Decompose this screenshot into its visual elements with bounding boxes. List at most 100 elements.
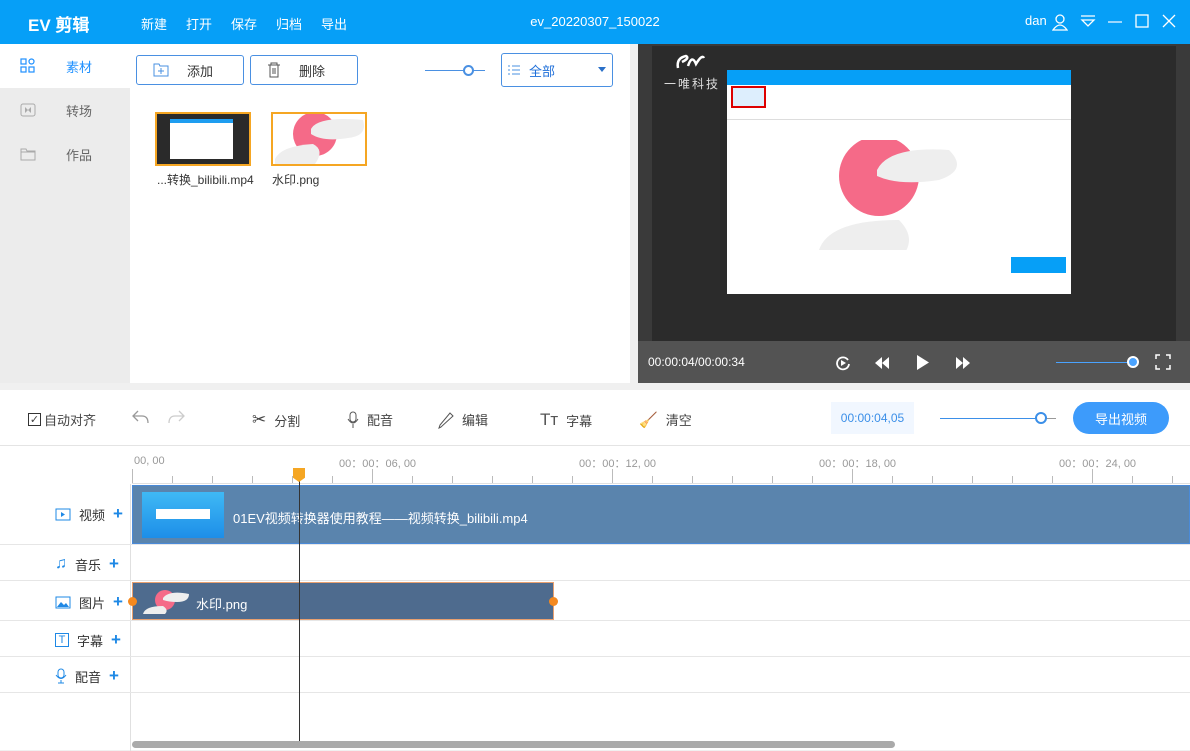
grid-icon xyxy=(20,58,35,73)
filter-value: 全部 xyxy=(529,63,556,79)
ruler-tick xyxy=(1092,469,1093,483)
ruler-tick xyxy=(1052,476,1053,483)
delete-label: 删除 xyxy=(299,63,326,79)
edit-label: 编辑 xyxy=(462,413,489,428)
menu-open[interactable]: 打开 xyxy=(186,14,212,33)
track-dub: 配音 + xyxy=(0,657,1190,693)
zoom-slider-handle[interactable] xyxy=(1035,412,1047,424)
add-video-icon[interactable]: + xyxy=(113,504,123,524)
media-thumb-video[interactable] xyxy=(155,112,251,166)
menu-save[interactable]: 保存 xyxy=(231,14,257,33)
ruler-tick xyxy=(692,476,693,483)
video-clip[interactable]: 01EV视频转换器使用教程——视频转换_bilibili.mp4 xyxy=(132,485,1190,544)
ruler-tick xyxy=(652,476,653,483)
ruler-tick xyxy=(532,476,533,483)
microphone-icon xyxy=(55,668,67,684)
auto-align-checkbox[interactable]: ✓ 自动对齐 xyxy=(28,410,96,429)
menu-archive[interactable]: 归档 xyxy=(276,14,302,33)
image-icon xyxy=(55,596,71,608)
dub-button[interactable]: 配音 xyxy=(347,410,393,429)
preview-panel: 一唯科技 00:00:04/00:00:34 xyxy=(638,44,1190,383)
add-dub-icon[interactable]: + xyxy=(109,666,119,686)
add-music-icon[interactable]: + xyxy=(109,554,119,574)
add-subtitle-icon[interactable]: + xyxy=(111,630,121,650)
replay-icon[interactable] xyxy=(835,355,851,371)
subtitle-button[interactable]: Tт 字幕 xyxy=(540,410,592,430)
timeline-zoom-slider[interactable] xyxy=(940,418,1036,419)
close-icon[interactable] xyxy=(1162,14,1176,28)
split-button[interactable]: ✂ 分割 xyxy=(252,410,300,430)
ruler-label: 00：00：06, 00 xyxy=(339,458,417,470)
undo-icon[interactable] xyxy=(132,409,150,425)
dropdown-menu-icon[interactable] xyxy=(1080,14,1096,28)
redo-icon[interactable] xyxy=(167,409,185,425)
user-icon[interactable] xyxy=(1052,13,1068,31)
track-label: 字幕 xyxy=(77,633,104,649)
track-music: ♫ 音乐 + xyxy=(0,545,1190,581)
menu-export[interactable]: 导出 xyxy=(321,14,347,33)
media-panel: 添加 删除 全部 ...转换_bilibili.mp4 水印.png xyxy=(130,44,630,383)
track-label: 配音 xyxy=(75,669,102,685)
clip-end-handle[interactable] xyxy=(549,597,558,606)
fast-forward-icon[interactable] xyxy=(955,356,971,370)
filter-select[interactable]: 全部 xyxy=(501,53,613,87)
ruler-tick xyxy=(932,476,933,483)
ruler-tick xyxy=(1012,476,1013,483)
ruler-tick xyxy=(732,476,733,483)
timecode-display[interactable]: 00:00:04,05 xyxy=(831,402,914,434)
add-button[interactable]: 添加 xyxy=(136,55,244,85)
track-subtitle: T 字幕 + xyxy=(0,621,1190,657)
username[interactable]: dan xyxy=(1025,13,1047,28)
rewind-icon[interactable] xyxy=(874,356,890,370)
sidebar-item-works[interactable]: 作品 xyxy=(0,132,130,176)
video-clip-name: 01EV视频转换器使用教程——视频转换_bilibili.mp4 xyxy=(233,511,528,526)
fullscreen-icon[interactable] xyxy=(1155,354,1171,370)
list-icon xyxy=(508,65,520,75)
time-ruler[interactable]: 00, 00 00：00：06, 00 00：00：12, 00 00：00：18, … xyxy=(132,446,1190,484)
sidebar-item-material[interactable]: 素材 xyxy=(0,44,130,88)
thumb-size-slider[interactable] xyxy=(425,70,485,71)
sidebar-item-label: 素材 xyxy=(66,59,93,75)
ruler-tick xyxy=(252,476,253,483)
video-clip-thumbnail xyxy=(142,492,224,538)
clear-button[interactable]: 🧹 清空 xyxy=(639,410,692,429)
volume-handle[interactable] xyxy=(1127,356,1139,368)
ruler-tick xyxy=(332,476,333,483)
ruler-tick xyxy=(772,476,773,483)
horizontal-scrollbar[interactable] xyxy=(132,741,895,748)
timeline: 00, 00 00：00：06, 00 00：00：12, 00 00：00：18, … xyxy=(0,445,1190,751)
track-label: 音乐 xyxy=(75,557,102,573)
subtitle-label: 字幕 xyxy=(566,413,593,429)
ruler-tick xyxy=(212,476,213,483)
clip-start-handle[interactable] xyxy=(128,597,137,606)
ruler-tick xyxy=(172,476,173,483)
player-controls: 00:00:04/00:00:34 xyxy=(638,341,1190,383)
menu-new[interactable]: 新建 xyxy=(141,14,167,33)
track-video: 视频 + 01EV视频转换器使用教程——视频转换_bilibili.mp4 xyxy=(0,484,1190,545)
ruler-tick xyxy=(892,476,893,483)
sidebar-item-transition[interactable]: 转场 xyxy=(0,88,130,132)
track-label: 图片 xyxy=(79,595,106,611)
add-image-icon[interactable]: + xyxy=(113,592,123,612)
clear-label: 清空 xyxy=(665,413,692,428)
delete-button[interactable]: 删除 xyxy=(250,55,358,85)
image-clip[interactable]: 水印.png xyxy=(128,582,558,620)
ruler-tick xyxy=(612,469,613,483)
text-box-icon: T xyxy=(55,633,69,647)
slider-handle[interactable] xyxy=(463,65,474,76)
media-name: ...转换_bilibili.mp4 xyxy=(157,173,254,187)
sidebar-item-label: 作品 xyxy=(66,147,93,163)
play-icon[interactable] xyxy=(916,354,930,371)
image-clip-name: 水印.png xyxy=(196,597,248,612)
volume-slider[interactable] xyxy=(1056,362,1132,363)
edit-toolbar: ✓ 自动对齐 ✂ 分割 配音 编辑 Tт 字幕 🧹 清空 00:00:04,05 导出… xyxy=(0,390,1190,445)
edit-button[interactable]: 编辑 xyxy=(438,410,488,429)
minimize-icon[interactable] xyxy=(1108,14,1122,28)
media-thumb-image[interactable] xyxy=(271,112,367,166)
ruler-label: 00：00：24, 00 xyxy=(1059,458,1137,470)
checkbox-checked-icon: ✓ xyxy=(28,413,41,426)
playhead-line[interactable] xyxy=(299,468,300,741)
maximize-icon[interactable] xyxy=(1135,14,1149,28)
ruler-tick xyxy=(292,476,293,483)
export-video-button[interactable]: 导出视频 xyxy=(1073,402,1169,434)
